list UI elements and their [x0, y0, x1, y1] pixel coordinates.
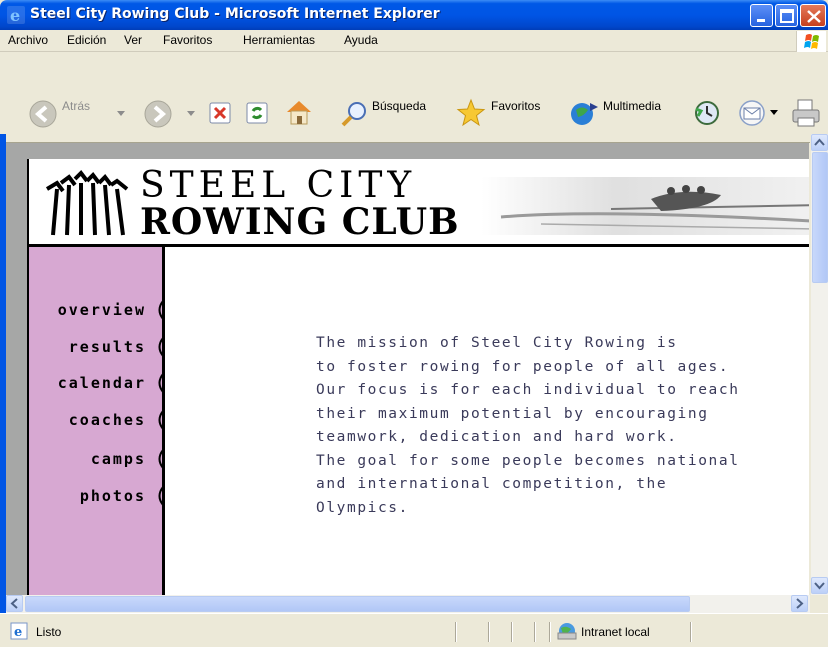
scroll-left-button[interactable] [6, 595, 23, 612]
stop-icon[interactable] [208, 101, 232, 125]
menu-ayuda[interactable]: Ayuda [344, 33, 378, 47]
browser-viewport: STEEL CITY ROWING CLUB overview results … [6, 143, 809, 595]
nav-bracket-icon [158, 449, 164, 469]
nav-overview[interactable]: overview [58, 301, 146, 319]
scroll-down-button[interactable] [811, 577, 828, 594]
maximize-icon [780, 9, 794, 23]
status-divider [534, 622, 536, 642]
search-icon[interactable] [340, 100, 368, 128]
scroll-corner [810, 595, 828, 613]
nav-bracket-icon [158, 486, 164, 506]
status-divider [488, 622, 490, 642]
status-divider [511, 622, 513, 642]
history-icon[interactable] [693, 99, 721, 127]
chevron-down-icon [814, 582, 825, 590]
menu-edicion[interactable]: Edición [67, 33, 106, 47]
nav-bracket-icon [158, 300, 164, 320]
nav-camps[interactable]: camps [91, 450, 146, 468]
mission-line: The mission of Steel City Rowing is [316, 335, 678, 351]
svg-text:e: e [10, 6, 20, 24]
nav-calendar[interactable]: calendar [58, 374, 146, 392]
mission-line: Olympics. [316, 499, 409, 516]
globe-icon [557, 623, 577, 640]
status-bar: e Listo Intranet local [0, 613, 828, 647]
print-icon[interactable] [790, 97, 822, 129]
chevron-up-icon [814, 138, 825, 146]
mission-line: teamwork, dedication and hard work. [316, 429, 678, 445]
nav-coaches[interactable]: coaches [69, 411, 146, 429]
mail-icon[interactable] [738, 99, 766, 127]
minimize-button[interactable] [750, 4, 773, 27]
mission-line: their maximum potential by encouraging [316, 405, 709, 422]
windows-logo [796, 31, 826, 52]
web-page: STEEL CITY ROWING CLUB overview results … [27, 159, 809, 595]
mission-statement: The mission of Steel City Rowing is to f… [316, 332, 796, 520]
menu-ver[interactable]: Ver [124, 33, 142, 47]
minimize-icon [757, 19, 765, 22]
mission-line: The goal for some people becomes nationa… [316, 452, 740, 469]
menu-herramientas[interactable]: Herramientas [243, 33, 315, 47]
forward-dropdown-icon[interactable] [187, 111, 195, 117]
mission-line: Our focus is for each individual to reac… [316, 382, 740, 398]
rowers-logo-icon [45, 169, 129, 236]
nav-bracket-icon [158, 337, 164, 357]
status-divider [549, 622, 551, 642]
mail-dropdown-icon[interactable] [770, 110, 778, 116]
vertical-scrollbar[interactable] [810, 134, 828, 595]
nav-photos[interactable]: photos [80, 487, 146, 505]
status-divider [455, 622, 457, 642]
home-icon[interactable] [284, 97, 314, 127]
media-icon[interactable] [568, 97, 600, 129]
close-icon [807, 10, 821, 23]
logo-title-line1: STEEL CITY [140, 165, 417, 206]
menu-bar: Archivo Edición Ver Favoritos Herramient… [0, 30, 828, 52]
forward-icon[interactable] [143, 99, 173, 129]
nav-results[interactable]: results [69, 338, 146, 356]
back-label[interactable]: Atrás [62, 99, 90, 113]
back-icon[interactable] [28, 99, 58, 129]
vertical-scroll-thumb[interactable] [812, 152, 828, 283]
mission-line: to foster rowing for people of all ages. [316, 358, 730, 375]
svg-text:e: e [14, 625, 22, 640]
refresh-icon[interactable] [245, 101, 269, 125]
favorites-label[interactable]: Favoritos [491, 99, 540, 113]
status-text: Listo [36, 625, 62, 639]
mission-line: and international competition, the [316, 476, 668, 492]
status-divider [690, 622, 692, 642]
ie-icon: e [7, 6, 25, 24]
chevron-right-icon [796, 598, 804, 609]
horizontal-scrollbar[interactable] [6, 595, 810, 613]
rowing-boat-image [481, 177, 809, 235]
page-status-icon: e [10, 622, 28, 640]
toolbar: Búsqueda Favoritos Multimedia [0, 53, 828, 143]
site-header: STEEL CITY ROWING CLUB [27, 159, 809, 247]
site-nav: overview results calendar coaches camps … [27, 247, 165, 595]
title-bar: e Steel City Rowing Club - Microsoft Int… [0, 0, 828, 30]
scroll-up-button[interactable] [811, 134, 828, 151]
nav-bracket-icon [158, 410, 164, 430]
chevron-left-icon [10, 598, 18, 609]
search-label[interactable]: Búsqueda [372, 99, 426, 113]
windows-logo-icon [804, 34, 819, 49]
logo-title-line2: ROWING CLUB [140, 201, 460, 243]
scroll-right-button[interactable] [791, 595, 808, 612]
horizontal-scroll-thumb[interactable] [25, 596, 690, 612]
window-title: Steel City Rowing Club - Microsoft Inter… [30, 6, 440, 22]
back-dropdown-icon[interactable] [117, 111, 125, 117]
menu-favoritos[interactable]: Favoritos [163, 33, 212, 47]
close-button[interactable] [800, 4, 826, 27]
maximize-button[interactable] [775, 4, 798, 27]
media-label[interactable]: Multimedia [603, 99, 661, 113]
zone-text: Intranet local [581, 625, 650, 639]
favorites-star-icon[interactable] [455, 97, 487, 129]
menu-archivo[interactable]: Archivo [8, 33, 48, 47]
nav-bracket-icon [158, 373, 164, 393]
